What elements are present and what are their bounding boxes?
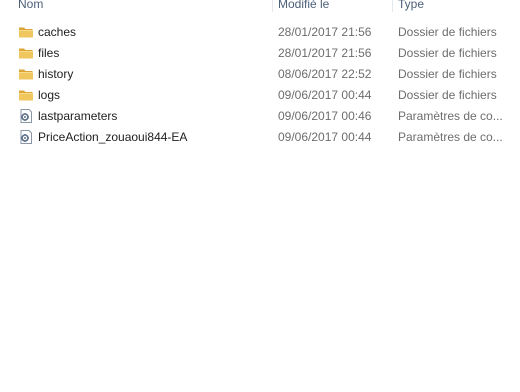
- file-list-pane: Nom Modifié le Type caches 28/01/2017 21…: [0, 0, 520, 392]
- file-modified: 08/06/2017 22:52: [278, 67, 372, 81]
- folder-icon: [18, 67, 34, 81]
- file-modified: 09/06/2017 00:46: [278, 109, 372, 123]
- file-type: Dossier de fichiers: [398, 67, 497, 81]
- file-name: caches: [38, 25, 77, 39]
- folder-icon: [18, 25, 34, 39]
- file-name: PriceAction_zouaoui844-EA: [38, 130, 188, 144]
- file-name: files: [38, 46, 60, 60]
- folder-icon: [18, 88, 34, 102]
- file-type: Dossier de fichiers: [398, 88, 497, 102]
- file-row[interactable]: caches 28/01/2017 21:56 Dossier de fichi…: [0, 22, 520, 43]
- file-type: Paramètres de co...: [398, 130, 503, 144]
- file-name: history: [38, 67, 74, 81]
- settings-file-icon: [18, 130, 34, 144]
- column-header-type[interactable]: Type: [398, 0, 424, 13]
- file-row[interactable]: lastparameters 09/06/2017 00:46 Paramètr…: [0, 106, 520, 127]
- file-type: Paramètres de co...: [398, 109, 503, 123]
- folder-icon: [18, 46, 34, 60]
- file-name: lastparameters: [38, 109, 118, 123]
- settings-file-icon: [18, 109, 34, 123]
- column-header-name[interactable]: Nom: [18, 0, 43, 13]
- file-modified: 09/06/2017 00:44: [278, 130, 372, 144]
- file-row[interactable]: files 28/01/2017 21:56 Dossier de fichie…: [0, 43, 520, 64]
- file-row[interactable]: history 08/06/2017 22:52 Dossier de fich…: [0, 64, 520, 85]
- column-header-bar: Nom Modifié le Type: [0, 0, 520, 13]
- column-divider[interactable]: [272, 0, 273, 12]
- file-modified: 09/06/2017 00:44: [278, 88, 372, 102]
- file-name: logs: [38, 88, 61, 102]
- file-modified: 28/01/2017 21:56: [278, 25, 372, 39]
- file-row[interactable]: PriceAction_zouaoui844-EA 09/06/2017 00:…: [0, 127, 520, 148]
- column-divider[interactable]: [392, 0, 393, 12]
- file-row[interactable]: logs 09/06/2017 00:44 Dossier de fichier…: [0, 85, 520, 106]
- column-header-modified[interactable]: Modifié le: [278, 0, 329, 13]
- file-type: Dossier de fichiers: [398, 46, 497, 60]
- file-type: Dossier de fichiers: [398, 25, 497, 39]
- file-list: caches 28/01/2017 21:56 Dossier de fichi…: [0, 22, 520, 148]
- file-modified: 28/01/2017 21:56: [278, 46, 372, 60]
